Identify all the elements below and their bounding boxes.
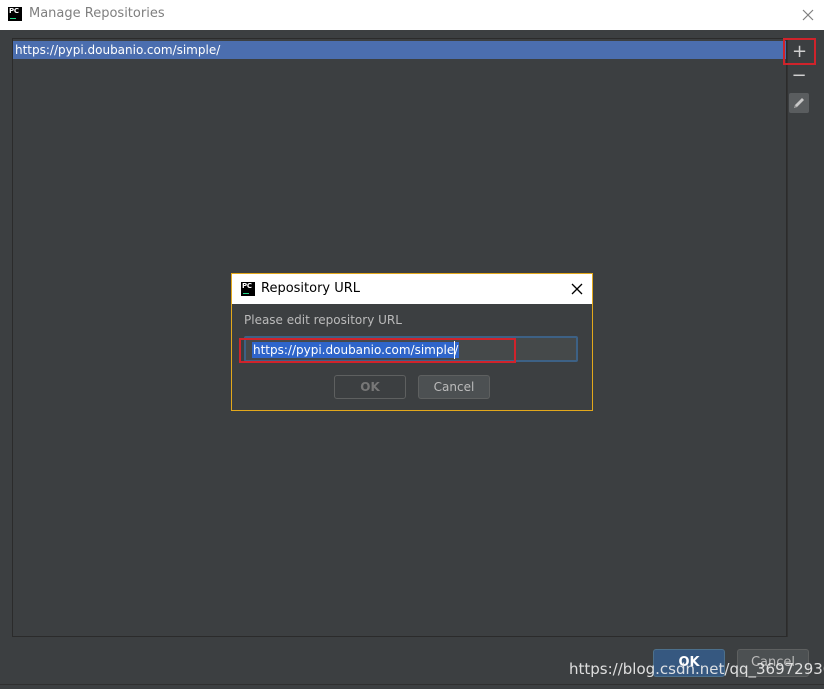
window-titlebar: PC Manage Repositories (0, 0, 824, 30)
minus-icon: − (791, 65, 807, 86)
text-caret (454, 341, 455, 359)
logo-text: PC (242, 282, 252, 290)
url-input-value[interactable]: https://pypi.doubanio.com/simple/ (252, 342, 460, 358)
list-item[interactable]: https://pypi.doubanio.com/simple/ (13, 41, 786, 59)
repository-url-dialog: PC Repository URL Please edit repository… (231, 273, 593, 411)
pencil-icon (794, 98, 804, 108)
close-icon[interactable] (798, 5, 818, 25)
remove-repository-button[interactable]: − (788, 66, 810, 88)
dialog-titlebar: PC Repository URL (232, 274, 592, 304)
pycharm-logo-icon: PC (241, 282, 255, 296)
pycharm-logo-icon: PC (8, 7, 22, 21)
side-toolbar (787, 38, 811, 637)
bottom-divider (0, 684, 824, 685)
dialog-prompt: Please edit repository URL (244, 313, 402, 327)
logo-text: PC (9, 7, 19, 15)
plus-icon: + (791, 41, 808, 62)
dialog-cancel-button[interactable]: Cancel (418, 375, 490, 399)
close-icon[interactable] (568, 280, 586, 298)
dialog-ok-button[interactable]: OK (334, 375, 406, 399)
dialog-title: Repository URL (261, 281, 361, 296)
watermark-text: https://blog.csdn.net/qq_36972930 (569, 660, 824, 678)
repository-url-label: https://pypi.doubanio.com/simple/ (15, 43, 221, 57)
window-title: Manage Repositories (29, 6, 165, 21)
edit-repository-button[interactable] (789, 93, 809, 113)
add-repository-button[interactable]: + (783, 38, 816, 65)
